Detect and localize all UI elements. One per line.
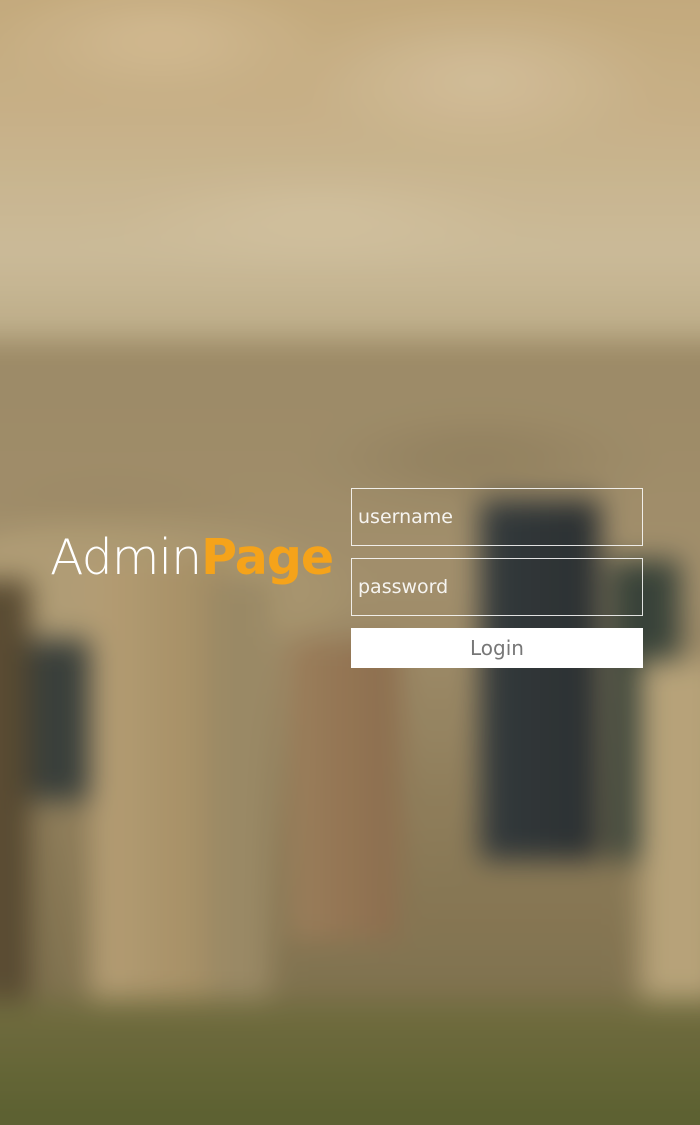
login-page: AdminPage Login xyxy=(0,0,700,1125)
brand-logo-admin: Admin xyxy=(50,529,202,586)
login-button[interactable]: Login xyxy=(351,628,643,668)
brand-logo: AdminPage xyxy=(50,528,334,588)
login-form: Login xyxy=(351,488,643,668)
brand-logo-page: Page xyxy=(201,529,334,586)
password-input[interactable] xyxy=(351,558,643,616)
username-input[interactable] xyxy=(351,488,643,546)
